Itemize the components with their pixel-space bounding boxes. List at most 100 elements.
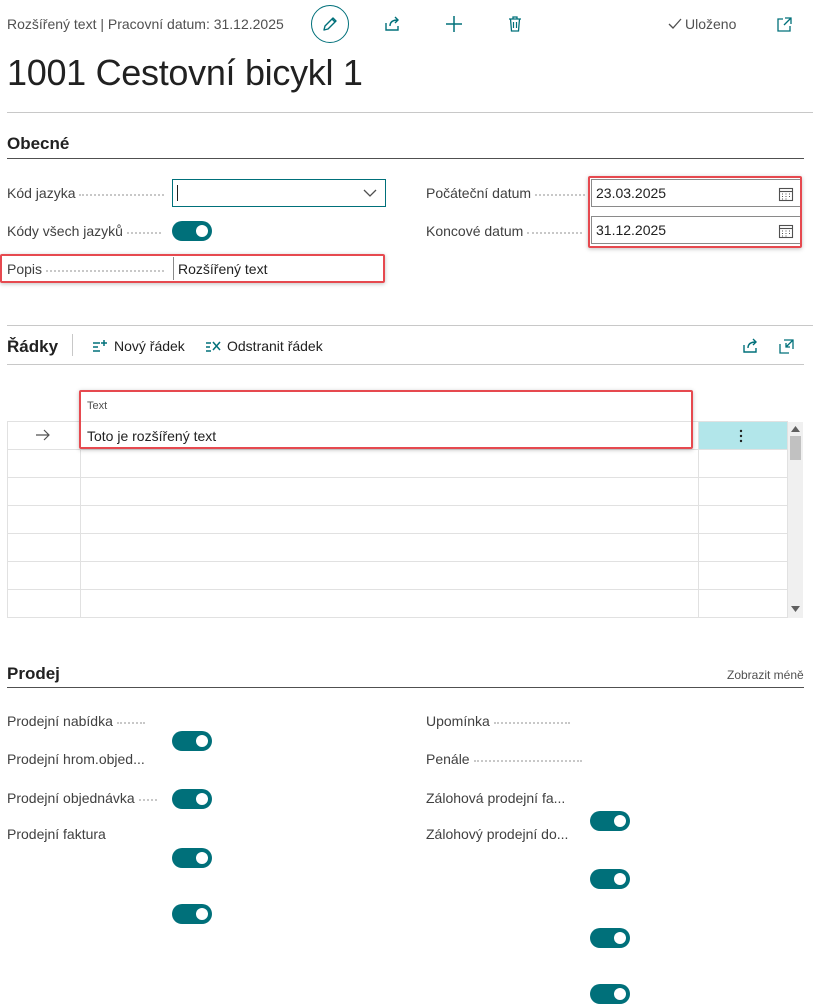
dotted-leader [493, 722, 570, 724]
scroll-down-icon[interactable] [791, 606, 800, 612]
grid-scrollbar[interactable] [788, 422, 803, 618]
dates-highlight-box [588, 176, 802, 248]
breadcrumb: Rozšířený text | Pracovní datum: 31.12.2… [7, 16, 284, 32]
grid-line [7, 617, 787, 618]
description-label: Popis [7, 261, 167, 277]
dotted-leader [473, 760, 582, 762]
open-in-new-window-icon [776, 16, 792, 32]
sales-quote-label: Prodejní nabídka [7, 713, 145, 729]
delete-line-button[interactable]: Odstranit řádek [205, 338, 323, 354]
plus-icon [446, 16, 462, 32]
all-language-codes-toggle[interactable] [172, 221, 212, 241]
pencil-icon [323, 17, 337, 31]
sales-section-underline [7, 687, 804, 688]
expand-icon [778, 338, 794, 354]
edit-button[interactable] [311, 5, 349, 43]
dotted-leader [527, 232, 583, 234]
sales-order-toggle[interactable] [172, 848, 212, 868]
language-code-label-text: Kód jazyka [7, 185, 76, 201]
sales-blanket-order-label: Prodejní hrom.objed... [7, 751, 145, 767]
language-code-select[interactable] [172, 179, 386, 207]
toolbar-separator [72, 334, 73, 356]
share-icon [385, 16, 399, 31]
general-section-underline [7, 158, 804, 159]
grid-line [7, 421, 8, 618]
open-new-window-button[interactable] [774, 14, 794, 34]
prepayment-credit-memo-toggle[interactable] [590, 984, 630, 1004]
lines-expand-button[interactable] [776, 336, 796, 356]
check-icon [668, 18, 682, 29]
all-language-codes-label-text: Kódy všech jazyků [7, 223, 123, 239]
share-icon [743, 338, 757, 353]
sales-invoice-label-text: Prodejní faktura [7, 826, 106, 842]
more-options-icon[interactable] [738, 429, 744, 443]
prepayment-invoice-toggle[interactable] [590, 928, 630, 948]
grid-line [7, 477, 787, 478]
reminder-label-text: Upomínka [426, 713, 490, 729]
sales-invoice-toggle[interactable] [172, 904, 212, 924]
show-less-link[interactable]: Zobrazit méně [727, 668, 804, 682]
end-date-label: Koncové datum [426, 223, 586, 239]
sales-quote-toggle[interactable] [172, 731, 212, 751]
grid-line [7, 533, 787, 534]
dotted-leader [126, 232, 161, 234]
new-button[interactable] [444, 14, 464, 34]
description-input[interactable]: Rozšířený text [173, 257, 381, 280]
finance-charge-label-text: Penále [426, 751, 470, 767]
grid-line [698, 421, 699, 618]
dotted-leader [116, 722, 145, 724]
prepayment-invoice-label: Zálohová prodejní fa... [426, 790, 565, 806]
text-column-highlight-box [79, 390, 693, 449]
grid-line [7, 589, 787, 590]
dotted-leader [138, 799, 157, 801]
chevron-down-icon [363, 189, 377, 197]
scroll-up-icon[interactable] [791, 426, 800, 432]
share-button[interactable] [382, 14, 402, 34]
sales-blanket-order-label-text: Prodejní hrom.objed... [7, 751, 145, 767]
lines-share-button[interactable] [740, 336, 760, 356]
new-line-label: Nový řádek [114, 338, 185, 354]
start-date-label-text: Počáteční datum [426, 185, 532, 201]
reminder-label: Upomínka [426, 713, 570, 729]
delete-button[interactable] [505, 14, 525, 34]
sales-blanket-order-toggle[interactable] [172, 789, 212, 809]
lines-section-title[interactable]: Řádky [7, 337, 58, 357]
dotted-leader [79, 194, 165, 196]
prepayment-credit-memo-label: Zálohový prodejní do... [426, 826, 568, 842]
saved-status: Uloženo [668, 16, 736, 32]
lines-top-divider [7, 325, 813, 326]
new-line-button[interactable]: Nový řádek [92, 338, 185, 354]
description-label-text: Popis [7, 261, 43, 277]
general-section-title[interactable]: Obecné [7, 134, 69, 154]
grid-line [80, 421, 81, 618]
trash-icon [509, 16, 521, 32]
page-title: 1001 Cestovní bicykl 1 [7, 52, 363, 93]
grid-line [7, 561, 787, 562]
current-row-arrow-icon [36, 429, 50, 441]
delete-line-icon [206, 341, 221, 352]
saved-label: Uloženo [685, 16, 737, 32]
grid-line [7, 505, 787, 506]
text-cursor [177, 185, 178, 201]
row-actions-cell[interactable] [698, 422, 787, 450]
dotted-leader [535, 194, 586, 196]
prepayment-credit-memo-label-text: Zálohový prodejní do... [426, 826, 569, 842]
dotted-leader [46, 270, 165, 272]
grid-line [7, 449, 787, 450]
prepayment-invoice-label-text: Zálohová prodejní fa... [426, 790, 566, 806]
start-date-label: Počáteční datum [426, 185, 586, 201]
end-date-label-text: Koncové datum [426, 223, 524, 239]
description-value: Rozšířený text [178, 260, 268, 277]
reminder-toggle[interactable] [590, 811, 630, 831]
finance-charge-toggle[interactable] [590, 869, 630, 889]
sales-quote-label-text: Prodejní nabídka [7, 713, 113, 729]
scrollbar-thumb[interactable] [790, 436, 801, 460]
sales-section-title[interactable]: Prodej [7, 664, 60, 684]
all-language-codes-label: Kódy všech jazyků [7, 223, 167, 239]
title-divider [7, 112, 813, 113]
lines-toolbar-divider [7, 364, 804, 365]
finance-charge-label: Penále [426, 751, 582, 767]
sales-order-label: Prodejní objednávka [7, 790, 157, 806]
language-code-label: Kód jazyka [7, 185, 167, 201]
new-line-icon [93, 340, 107, 352]
